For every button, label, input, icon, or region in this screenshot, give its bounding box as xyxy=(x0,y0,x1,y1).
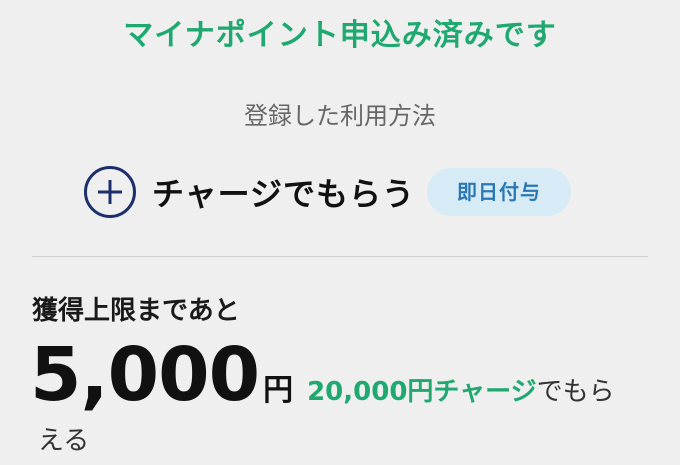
amount-unit: 円 xyxy=(263,373,294,408)
charge-note: 20,000円チャージでもら xyxy=(307,371,615,408)
plus-circle-icon xyxy=(84,166,136,218)
section-divider xyxy=(32,256,648,257)
status-title: マイナポイント申込み済みです xyxy=(123,18,557,53)
charge-amount-text: 20,000円チャージ xyxy=(307,377,537,407)
remaining-label: 獲得上限まであと xyxy=(32,296,240,326)
remaining-amount: 5,000 xyxy=(30,332,260,418)
method-label: チャージでもらう xyxy=(152,175,416,213)
charge-note-continued: える xyxy=(38,426,90,456)
charge-note-text: でもら xyxy=(536,377,615,407)
remaining-amount-row: 5,000 円 20,000円チャージでもら xyxy=(30,332,615,418)
method-caption: 登録した利用方法 xyxy=(244,102,436,130)
registered-method: チャージでもらう 即日付与 xyxy=(84,164,572,220)
same-day-badge: 即日付与 xyxy=(427,168,572,216)
